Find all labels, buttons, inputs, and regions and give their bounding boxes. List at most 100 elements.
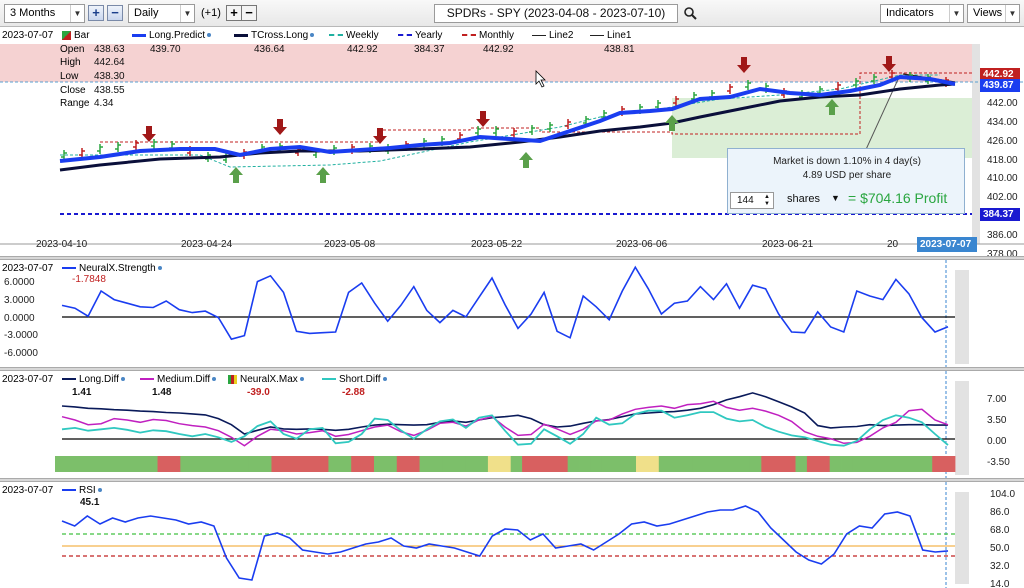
info-dot-icon <box>120 377 125 382</box>
open-label: Open <box>60 44 85 55</box>
diff-axis-tick: 7.00 <box>987 394 1007 405</box>
band-cell <box>351 456 363 472</box>
interval-select[interactable]: Daily ▼ <box>128 4 195 23</box>
price-axis-tick: 410.00 <box>987 173 1018 185</box>
diff-axis-tick: 0.00 <box>987 436 1007 447</box>
band-swatch-icon <box>228 374 237 384</box>
search-icon[interactable] <box>683 6 697 20</box>
diff-date: 2023-07-07 <box>2 374 54 385</box>
legend-weekly: Weekly <box>329 30 379 41</box>
line-swatch-icon <box>532 34 546 36</box>
legend-neuralx-strength: NeuralX.Strength <box>62 263 162 274</box>
neuralx-max-value: -39.0 <box>247 387 270 398</box>
monthly-value: 442.92 <box>483 44 514 55</box>
band-cell <box>282 456 295 472</box>
views-dropdown[interactable]: Views ▼ <box>967 4 1020 23</box>
line-swatch-icon <box>234 33 248 37</box>
offset-label: (+1) <box>201 7 221 19</box>
neuralx-max-band <box>55 456 956 472</box>
rsi-axis-tick: 14.0 <box>990 579 1010 588</box>
open-value: 438.63 <box>94 44 125 55</box>
band-cell <box>544 456 557 472</box>
long-diff-value: 1.41 <box>72 387 92 398</box>
band-cell <box>704 456 717 472</box>
band-cell <box>499 456 512 472</box>
spinner-icon[interactable]: ▲ ▼ <box>764 194 772 208</box>
chevron-down-icon: ▼ <box>70 5 84 22</box>
band-cell <box>601 456 614 472</box>
strength-panel[interactable] <box>0 260 1024 368</box>
price-axis-tick: 434.00 <box>987 116 1018 128</box>
symbol-title[interactable]: SPDRs - SPY (2023-04-08 - 2023-07-10) <box>434 4 678 23</box>
line-swatch-icon <box>462 34 476 37</box>
current-price-box: 439.87 <box>980 79 1020 92</box>
band-cell <box>373 456 386 472</box>
band-cell <box>738 456 751 472</box>
views-dropdown-label: Views <box>973 7 1003 19</box>
price-chart[interactable] <box>0 27 1024 257</box>
band-cell <box>681 456 694 472</box>
zoom-in-button[interactable]: + <box>88 5 104 21</box>
scroll-strip[interactable] <box>955 492 969 584</box>
band-cell <box>146 456 158 472</box>
band-cell <box>134 456 147 472</box>
band-cell <box>692 456 705 472</box>
line-swatch-icon <box>62 267 76 270</box>
chevron-down-icon: ▼ <box>180 5 194 22</box>
diff-axis-tick: 3.50 <box>987 415 1007 426</box>
band-cell <box>89 456 101 472</box>
band-cell <box>408 456 420 472</box>
shares-dropdown-icon[interactable]: ▼ <box>831 193 840 203</box>
range-select[interactable]: 3 Months ▼ <box>4 4 85 23</box>
yearly-value: 384.37 <box>414 44 445 55</box>
rsi-axis-tick: 50.0 <box>990 543 1010 554</box>
band-cell <box>66 456 79 472</box>
legend-yearly: Yearly <box>398 30 442 41</box>
band-cell <box>636 456 648 472</box>
scroll-strip[interactable] <box>955 381 969 475</box>
close-label: Close <box>60 85 86 96</box>
info-dot-icon <box>157 266 162 271</box>
interval-select-value: Daily <box>134 7 159 19</box>
range-value: 4.34 <box>94 98 114 109</box>
date-axis-tick: 20 <box>887 239 899 250</box>
band-cell <box>294 456 307 472</box>
band-cell <box>203 456 215 472</box>
line-swatch-icon <box>329 34 343 37</box>
band-cell <box>55 456 67 472</box>
scroll-strip[interactable] <box>955 270 969 364</box>
close-value: 438.55 <box>94 85 125 96</box>
date-axis-tick: 2023-04-24 <box>181 239 233 250</box>
info-dot-icon <box>212 377 217 382</box>
offset-plus-button[interactable]: + <box>226 5 242 21</box>
zoom-out-button[interactable]: − <box>107 5 123 21</box>
band-cell <box>191 456 204 472</box>
band-cell <box>715 456 728 472</box>
medium-diff-value: 1.48 <box>152 387 172 398</box>
band-cell <box>909 456 922 472</box>
rsi-panel[interactable] <box>0 482 1024 588</box>
price-axis-tick: 442.00 <box>987 97 1018 109</box>
legend-short-diff: Short.Diff <box>322 374 387 385</box>
info-dot-icon <box>382 377 387 382</box>
shares-input[interactable]: 144 ▲ ▼ <box>730 192 774 209</box>
strength-axis-tick: 3.0000 <box>4 294 35 306</box>
band-cell <box>727 456 739 472</box>
rsi-date: 2023-07-07 <box>2 485 54 496</box>
offset-minus-button[interactable]: − <box>241 5 257 21</box>
legend-rsi: RSI <box>62 485 102 496</box>
strength-axis-tick: -3.0000 <box>4 330 38 342</box>
band-cell <box>317 456 329 472</box>
indicators-dropdown[interactable]: Indicators ▼ <box>880 4 964 23</box>
band-cell <box>590 456 603 472</box>
band-cell <box>465 456 477 472</box>
legend-line2: Line2 <box>532 30 573 41</box>
band-cell <box>476 456 489 472</box>
band-cell <box>829 456 842 472</box>
band-cell <box>328 456 341 472</box>
shares-input-value: 144 <box>737 195 754 206</box>
band-cell <box>522 456 534 472</box>
band-cell <box>271 456 284 472</box>
band-cell <box>339 456 352 472</box>
band-cell <box>442 456 455 472</box>
